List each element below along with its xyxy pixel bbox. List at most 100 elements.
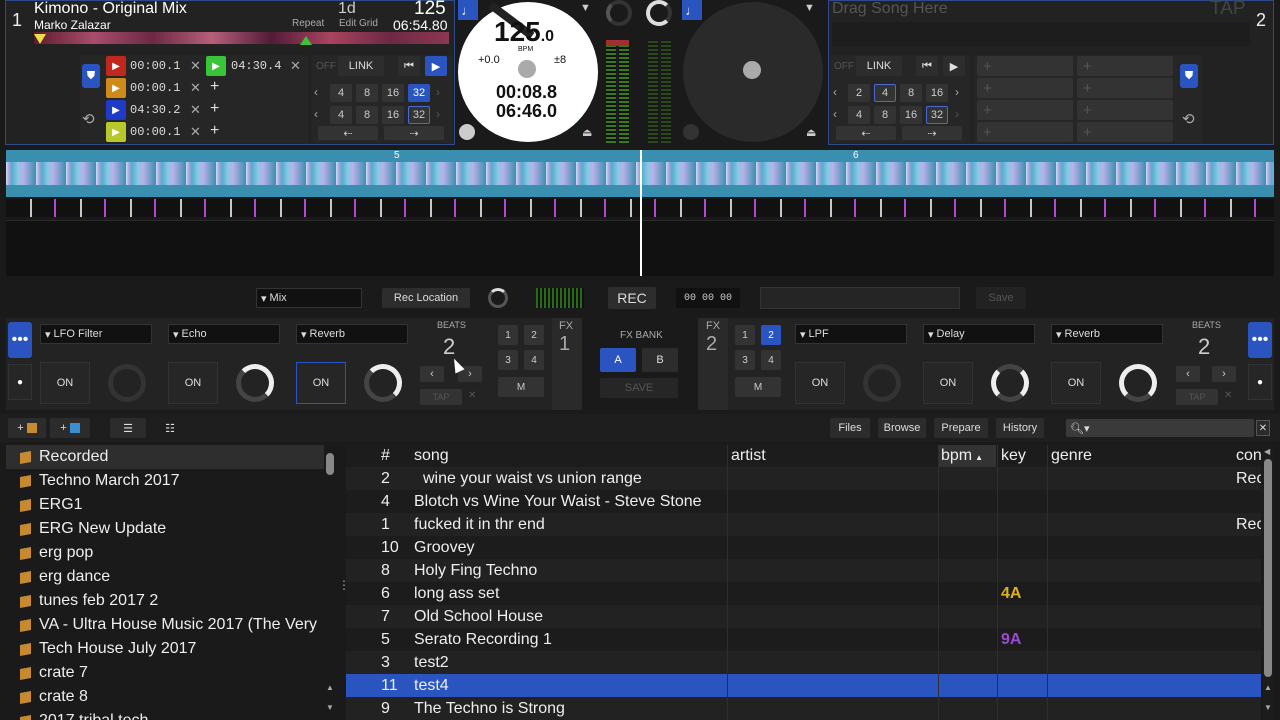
fx-1-assign-m[interactable]: M — [498, 377, 544, 397]
add-crate-button[interactable]: + — [8, 418, 46, 438]
crate-item[interactable]: ERG New Update — [6, 517, 336, 541]
deck-2-roll-4[interactable]: 4 — [848, 106, 870, 124]
roll-32[interactable]: 32 — [408, 106, 430, 124]
sidebar-scrollbar[interactable] — [324, 445, 336, 720]
deck-1-play-button[interactable]: ▶ — [425, 56, 447, 76]
rec-filename-field[interactable] — [760, 287, 960, 309]
col-genre[interactable]: genre — [1051, 447, 1092, 465]
roll-4[interactable]: 4 — [330, 106, 352, 124]
table-scroll-down-icon[interactable]: ▼ — [1264, 703, 1272, 712]
col-bpm[interactable]: bpm ▲ — [938, 445, 996, 467]
deck-1-prev-button[interactable]: ⏮ — [398, 56, 420, 76]
rec-save-button[interactable]: Save — [976, 287, 1026, 309]
table-row[interactable]: 4 Blotch vs Wine Your Waist - Steve Stone — [346, 490, 1261, 513]
deck-2-sync-icon[interactable]: ⟲ — [1182, 110, 1195, 128]
deck-2-loop-4[interactable]: 4 — [874, 84, 896, 102]
fx-1-slot-2-dropdown[interactable]: ▾ Echo — [168, 324, 280, 344]
fx-bank-b[interactable]: B — [642, 348, 678, 372]
deck-2-drop-zone[interactable]: Drag Song Here — [832, 0, 948, 18]
deck-1-eject-icon[interactable]: ⏏ — [582, 126, 592, 139]
search-clear-icon[interactable]: ✕ — [1256, 420, 1270, 436]
deck-1-note-icon[interactable]: ♩ — [458, 0, 478, 20]
deck-2-add-cue-6[interactable]: + — [1077, 78, 1173, 98]
fx-2-slot-1-on[interactable]: ON — [795, 362, 845, 404]
fx-2-slot-2-dropdown[interactable]: ▾ Delay — [923, 324, 1035, 344]
roll-back-icon[interactable]: ‹ — [314, 107, 318, 121]
deck-1-sync-off[interactable]: OFF — [316, 61, 336, 72]
table-row[interactable]: 1 fucked it in thr end Rec — [346, 513, 1261, 536]
deck-2-roll-16[interactable]: 16 — [900, 106, 922, 124]
deck-2-overview[interactable] — [832, 22, 1250, 46]
fx-2-assign-4[interactable]: 4 — [761, 350, 781, 370]
deck-2-loop-fwd-icon[interactable]: › — [955, 85, 959, 99]
sidebar-scroll-thumb[interactable] — [326, 453, 334, 475]
cue-5-button[interactable]: ▶ — [206, 56, 226, 76]
deck-2-note-icon[interactable]: ♩ — [682, 0, 702, 20]
platter-1-range[interactable]: ±8 — [554, 54, 566, 66]
sidebar-scroll-up-icon[interactable]: ▲ — [326, 683, 334, 692]
deck-1-overview-waveform[interactable] — [34, 32, 449, 44]
crate-item[interactable]: erg pop — [6, 541, 336, 565]
sync-icon[interactable]: ⟲ — [82, 110, 95, 128]
fx-1-mode-dot[interactable]: ● — [8, 364, 32, 400]
add-smart-crate-button[interactable]: + — [50, 418, 90, 438]
deck-2-roll-back-icon[interactable]: ‹ — [833, 107, 837, 121]
cue-1-delete-icon[interactable]: ✕ — [190, 58, 201, 74]
crate-item[interactable]: ERG1 — [6, 493, 336, 517]
deck-2-beat-jump-fwd[interactable]: ⇢ — [902, 126, 962, 140]
crate-item[interactable]: crate 8 — [6, 685, 336, 709]
fx-2-slot-1-knob[interactable] — [863, 364, 901, 402]
table-row[interactable]: 8 Holy Fing Techno — [346, 559, 1261, 582]
deck-2-add-cue-1[interactable]: + — [977, 56, 1073, 76]
crate-item[interactable]: Tech House July 2017 — [6, 637, 336, 661]
deck-2-beat-jump-back[interactable]: ⇠ — [836, 126, 896, 140]
crate-item[interactable]: tunes feb 2017 2 — [6, 589, 336, 613]
prepare-tab[interactable]: Prepare — [934, 418, 988, 438]
browse-tab[interactable]: Browse — [878, 418, 926, 438]
fx-2-assign-1[interactable]: 1 — [735, 325, 755, 345]
table-scroll-up-icon[interactable]: ▲ — [1264, 683, 1272, 692]
fx-2-beats-up[interactable]: › — [1212, 366, 1236, 382]
deck-2-link-button[interactable]: LINK — [856, 56, 902, 76]
add-cue-6-button[interactable]: + — [210, 78, 219, 96]
search-field[interactable]: 🔍︎▾ — [1066, 419, 1254, 437]
crate-item[interactable]: crate 7 — [6, 661, 336, 685]
fx-bank-a[interactable]: A — [600, 348, 636, 372]
history-tab[interactable]: History — [996, 418, 1044, 438]
fx-1-slot-3-on[interactable]: ON — [296, 362, 346, 404]
deck-2-roll-fwd-icon[interactable]: › — [955, 107, 959, 121]
rec-location-button[interactable]: Rec Location — [382, 288, 470, 308]
deck-2-prev-button[interactable]: ⏮ — [916, 56, 938, 76]
deck-2-loop-2[interactable]: 2 — [848, 84, 870, 102]
deck-2-loop-back-icon[interactable]: ‹ — [833, 85, 837, 99]
rec-gain-knob[interactable] — [488, 288, 508, 308]
table-scroll-thumb[interactable] — [1264, 459, 1272, 677]
deck-1-shield-icon[interactable]: ⛊ — [82, 64, 100, 88]
deck-2-nosync-icon[interactable] — [683, 124, 699, 140]
fx-1-slot-1-knob[interactable] — [108, 364, 146, 402]
fx-2-assign-m[interactable]: M — [735, 377, 781, 397]
fx-1-slot-3-knob[interactable] — [364, 364, 402, 402]
cue-4-button[interactable]: ▶ — [106, 122, 126, 142]
table-row[interactable]: 11 test4 — [346, 674, 1261, 697]
crate-item[interactable]: erg dance — [6, 565, 336, 589]
sidebar-scroll-down-icon[interactable]: ▼ — [326, 703, 334, 712]
crate-item[interactable]: Techno March 2017 — [6, 469, 336, 493]
crate-item[interactable]: Recorded — [6, 445, 336, 469]
deck-2-add-cue-4[interactable]: + — [977, 122, 1073, 142]
deck-2-sync-off[interactable]: OFF — [834, 61, 854, 72]
table-row[interactable]: 9 The Techno is Strong — [346, 697, 1261, 720]
files-tab[interactable]: Files — [830, 418, 870, 438]
rec-button[interactable]: REC — [608, 287, 656, 309]
fx-2-mode-dot[interactable]: ● — [1248, 364, 1272, 400]
fx-1-assign-4[interactable]: 4 — [524, 350, 544, 370]
loop-1-8[interactable]: 8 — [356, 84, 378, 102]
repeat-button[interactable]: Repeat — [292, 18, 324, 29]
table-scroll-right-icon[interactable]: ◀ — [1264, 447, 1270, 456]
fx-2-slot-3-knob[interactable] — [1119, 364, 1157, 402]
cue-4-delete-icon[interactable]: ✕ — [190, 124, 201, 140]
fx-2-slot-3-dropdown[interactable]: ▾ Reverb — [1051, 324, 1163, 344]
fx-bank-save[interactable]: SAVE — [600, 378, 678, 398]
deck-2-tap[interactable]: TAP — [1210, 0, 1246, 20]
deck-2-add-cue-8[interactable]: + — [1077, 122, 1173, 142]
